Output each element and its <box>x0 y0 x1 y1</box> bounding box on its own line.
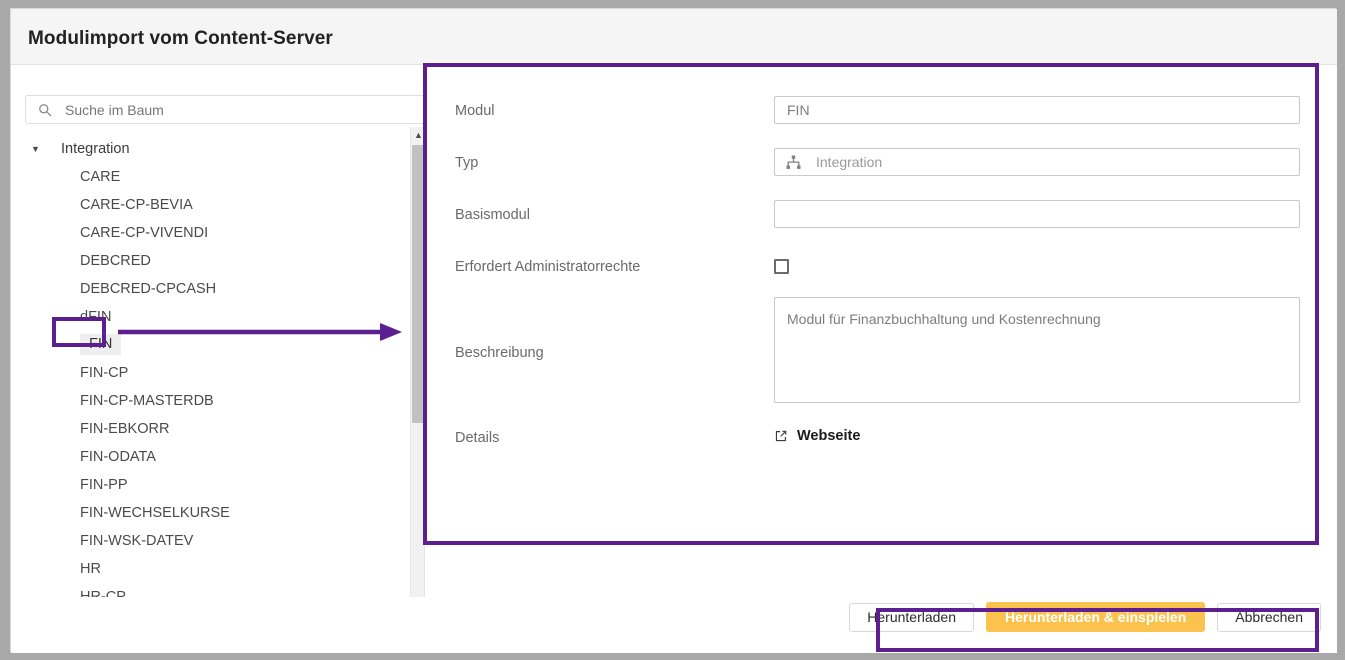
field-wrap-basismodul <box>774 200 1300 228</box>
footer-button-group: Herunterladen Herunterladen & einspielen… <box>849 602 1321 632</box>
tree-node-label: FIN-ODATA <box>80 449 156 465</box>
beschreibung-textarea[interactable]: Modul für Finanzbuchhaltung und Kostenre… <box>774 297 1300 403</box>
field-wrap-details: Webseite <box>774 428 860 448</box>
search-box[interactable] <box>25 95 425 124</box>
field-wrap-admin-rights <box>774 259 789 274</box>
tree-node-fin-cp[interactable]: FIN-CP <box>11 359 425 387</box>
basismodul-input[interactable] <box>774 200 1300 228</box>
hierarchy-icon <box>785 154 802 171</box>
field-wrap-beschreibung: Modul für Finanzbuchhaltung und Kostenre… <box>774 297 1300 408</box>
module-detail-form: Modul Typ <box>425 65 1337 597</box>
tree-node-label: FIN-WECHSELKURSE <box>80 505 230 521</box>
tree-node-fin-ebkorr[interactable]: FIN-EBKORR <box>11 415 425 443</box>
field-wrap-modul <box>774 96 1300 124</box>
external-link-icon <box>774 429 788 443</box>
label-modul: Modul <box>455 103 495 119</box>
tree-node-root[interactable]: ▼ Integration <box>11 135 425 163</box>
tree-node-label: CARE-CP-BEVIA <box>80 197 193 213</box>
label-typ: Typ <box>455 155 478 171</box>
tree-node-label: HR-CP <box>80 589 126 597</box>
tree-node-fin-cp-masterdb[interactable]: FIN-CP-MASTERDB <box>11 387 425 415</box>
label-basismodul: Basismodul <box>455 207 530 223</box>
scrollbar-thumb[interactable] <box>412 145 425 423</box>
page-title: Modulimport vom Content-Server <box>28 28 333 50</box>
window-frame: Modulimport vom Content-Server ▼ Integra… <box>0 0 1345 660</box>
tree-scrollbar[interactable]: ▲ ▼ <box>410 127 425 597</box>
tree-node-hr-cp[interactable]: HR-CP <box>11 583 425 597</box>
dialog-title-bar: Modulimport vom Content-Server <box>11 9 1337 65</box>
chevron-down-icon[interactable]: ▼ <box>31 135 43 163</box>
typ-field[interactable]: Integration <box>774 148 1300 176</box>
tree-node-label: FIN <box>80 334 121 355</box>
tree-node-label: DEBCRED <box>80 253 151 269</box>
tree-node-label: CARE <box>80 169 120 185</box>
tree-node-label: FIN-PP <box>80 477 128 493</box>
dialog-footer: Herunterladen Herunterladen & einspielen… <box>11 597 1337 653</box>
tree-node-care[interactable]: CARE <box>11 163 425 191</box>
dialog-window: Modulimport vom Content-Server ▼ Integra… <box>10 8 1336 652</box>
tree-node-label: HR <box>80 561 101 577</box>
tree-panel: ▼ Integration CARE CARE-CP-BEVIA CARE-CP… <box>11 65 425 597</box>
tree-node-label: FIN-EBKORR <box>80 421 169 437</box>
tree-node-fin-wsk-datev[interactable]: FIN-WSK-DATEV <box>11 527 425 555</box>
tree-node-fin-pp[interactable]: FIN-PP <box>11 471 425 499</box>
tree-node-label: DEBCRED-CPCASH <box>80 281 216 297</box>
label-beschreibung: Beschreibung <box>455 345 544 361</box>
tree-node-label: CARE-CP-VIVENDI <box>80 225 208 241</box>
download-and-install-button[interactable]: Herunterladen & einspielen <box>986 602 1205 632</box>
tree-node-fin-wechselkurse[interactable]: FIN-WECHSELKURSE <box>11 499 425 527</box>
label-admin-rights: Erfordert Administratorrechte <box>455 259 640 275</box>
cancel-button[interactable]: Abbrechen <box>1217 603 1321 632</box>
search-input[interactable] <box>63 96 423 123</box>
tree-node-fin-odata[interactable]: FIN-ODATA <box>11 443 425 471</box>
scroll-up-arrow-icon[interactable]: ▲ <box>411 127 425 143</box>
admin-rights-checkbox[interactable] <box>774 259 789 274</box>
tree-node-debcred-cpcash[interactable]: DEBCRED-CPCASH <box>11 275 425 303</box>
field-wrap-typ: Integration <box>774 148 1300 176</box>
tree-node-label: Integration <box>61 141 130 157</box>
tree-node-fin[interactable]: FIN <box>11 331 425 359</box>
tree-list[interactable]: ▼ Integration CARE CARE-CP-BEVIA CARE-CP… <box>11 135 425 597</box>
webseite-link[interactable]: Webseite <box>774 428 860 444</box>
tree-node-care-cp-vivendi[interactable]: CARE-CP-VIVENDI <box>11 219 425 247</box>
tree-node-label: FIN-CP-MASTERDB <box>80 393 214 409</box>
tree-node-dfin[interactable]: dFIN <box>11 303 425 331</box>
tree-node-care-cp-bevia[interactable]: CARE-CP-BEVIA <box>11 191 425 219</box>
typ-value: Integration <box>816 149 882 175</box>
label-details: Details <box>455 430 499 446</box>
tree-node-label: FIN-WSK-DATEV <box>80 533 193 549</box>
tree-node-label: dFIN <box>80 309 111 325</box>
search-icon <box>38 103 52 117</box>
tree-node-label: FIN-CP <box>80 365 128 381</box>
download-button[interactable]: Herunterladen <box>849 603 974 632</box>
webseite-link-label: Webseite <box>797 428 860 444</box>
tree-node-debcred[interactable]: DEBCRED <box>11 247 425 275</box>
modul-input[interactable] <box>774 96 1300 124</box>
tree-node-hr[interactable]: HR <box>11 555 425 583</box>
